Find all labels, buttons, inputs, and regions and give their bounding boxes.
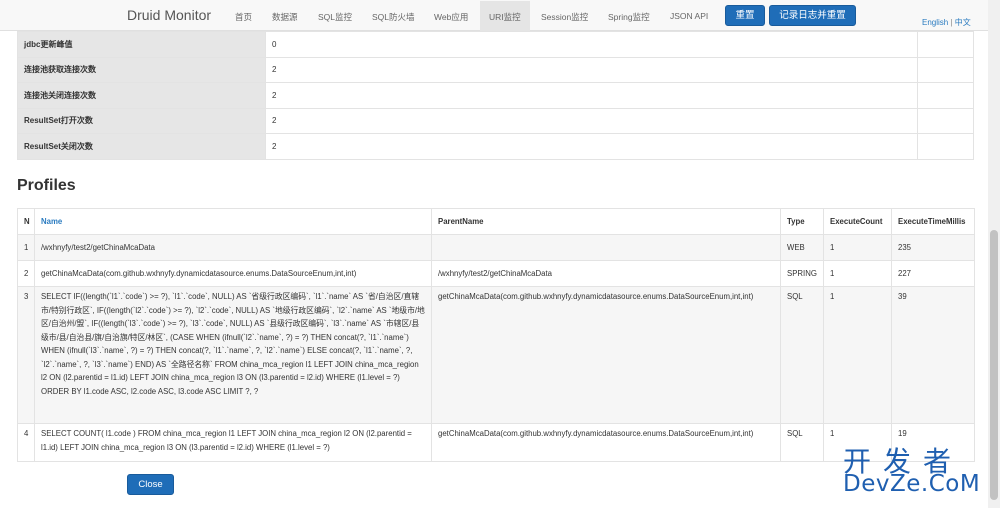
cell-millis: 227 <box>891 260 975 287</box>
table-row: 2 getChinaMcaData(com.github.wxhnyfy.dyn… <box>17 260 975 287</box>
cell-parent: /wxhnyfy/test2/getChinaMcaData <box>431 260 781 287</box>
table-row: 4 SELECT COUNT( l1.code ) FROM china_mca… <box>17 423 975 462</box>
profiles-heading: Profiles <box>17 177 76 194</box>
brand-title[interactable]: Druid Monitor <box>127 7 211 23</box>
cell-type: SQL <box>780 286 824 424</box>
cell-count: 1 <box>823 260 892 287</box>
cell-name: /wxhnyfy/test2/getChinaMcaData <box>34 234 432 261</box>
cell-parent: getChinaMcaData(com.github.wxhnyfy.dynam… <box>431 423 781 462</box>
cell-millis: 235 <box>891 234 975 261</box>
close-button[interactable]: Close <box>127 474 174 495</box>
summary-key: 连接池关闭连接次数 <box>17 82 266 109</box>
summary-extra-cell <box>917 133 974 160</box>
nav-sql-monitor[interactable]: SQL监控 <box>318 11 352 23</box>
nav-spring-monitor[interactable]: Spring监控 <box>608 11 650 23</box>
summary-key: 连接池获取连接次数 <box>17 56 266 83</box>
cell-type: SPRING <box>780 260 824 287</box>
cell-n: 3 <box>17 286 35 424</box>
reset-button[interactable]: 重置 <box>725 5 765 26</box>
lang-chinese-link[interactable]: 中文 <box>955 18 971 27</box>
summary-key: ResultSet打开次数 <box>17 107 266 134</box>
cell-n: 4 <box>17 423 35 462</box>
lang-english-link[interactable]: English <box>922 18 948 27</box>
summary-value: 2 <box>265 133 918 160</box>
language-switcher: English | 中文 <box>922 17 971 28</box>
profiles-table: N Name ParentName Type ExecuteCount Exec… <box>17 208 975 462</box>
summary-value: 2 <box>265 82 918 109</box>
main-content: jdbc更新峰值 0 连接池获取连接次数 2 连接池关闭连接次数 2 Resul… <box>0 31 988 508</box>
cell-parent <box>431 234 781 261</box>
nav-datasource[interactable]: 数据源 <box>272 11 298 23</box>
nav-web-app[interactable]: Web应用 <box>434 11 468 23</box>
summary-extra-cell <box>917 31 974 58</box>
table-row: 3 SELECT IF((length(`l1`.`code`) >= ?), … <box>17 286 975 424</box>
nav-session-monitor[interactable]: Session监控 <box>541 11 588 23</box>
cell-millis: 39 <box>891 286 975 424</box>
nav-json-api[interactable]: JSON API <box>670 11 708 21</box>
column-header-n[interactable]: N <box>17 208 35 235</box>
column-header-type[interactable]: Type <box>780 208 824 235</box>
lang-separator: | <box>950 18 953 27</box>
column-header-parentname[interactable]: ParentName <box>431 208 781 235</box>
summary-extra-cell <box>917 82 974 109</box>
summary-extra-cell <box>917 56 974 83</box>
cell-name: SELECT COUNT( l1.code ) FROM china_mca_r… <box>34 423 432 462</box>
cell-name: SELECT IF((length(`l1`.`code`) >= ?), `l… <box>34 286 432 424</box>
table-row: ResultSet打开次数 2 <box>17 107 974 134</box>
table-row: 连接池获取连接次数 2 <box>17 56 974 83</box>
nav-uri-monitor[interactable]: URI监控 <box>480 1 530 31</box>
cell-count: 1 <box>823 286 892 424</box>
cell-type: WEB <box>780 234 824 261</box>
summary-extra-cell <box>917 107 974 134</box>
summary-key: jdbc更新峰值 <box>17 31 266 58</box>
table-row: 1 /wxhnyfy/test2/getChinaMcaData WEB 1 2… <box>17 234 975 261</box>
watermark-en: DevZe.CoM <box>843 471 981 497</box>
table-row: 连接池关闭连接次数 2 <box>17 82 974 109</box>
column-header-name[interactable]: Name <box>34 208 432 235</box>
column-header-executecount[interactable]: ExecuteCount <box>823 208 892 235</box>
cell-n: 2 <box>17 260 35 287</box>
nav-home[interactable]: 首页 <box>235 11 252 23</box>
cell-parent: getChinaMcaData(com.github.wxhnyfy.dynam… <box>431 286 781 424</box>
summary-value: 2 <box>265 107 918 134</box>
summary-key: ResultSet关闭次数 <box>17 133 266 160</box>
cell-n: 1 <box>17 234 35 261</box>
column-header-executetimemillis[interactable]: ExecuteTimeMillis <box>891 208 975 235</box>
summary-table: jdbc更新峰值 0 连接池获取连接次数 2 连接池关闭连接次数 2 Resul… <box>17 31 974 160</box>
table-row: ResultSet关闭次数 2 <box>17 133 974 160</box>
top-navbar: Druid Monitor 首页 数据源 SQL监控 SQL防火墙 Web应用 … <box>0 0 1000 31</box>
watermark-logo: 开发者 DevZe.CoM <box>843 440 993 502</box>
cell-name: getChinaMcaData(com.github.wxhnyfy.dynam… <box>34 260 432 287</box>
cell-count: 1 <box>823 234 892 261</box>
reset-log-button[interactable]: 记录日志并重置 <box>769 5 856 26</box>
table-row: jdbc更新峰值 0 <box>17 31 974 58</box>
nav-sql-firewall[interactable]: SQL防火墙 <box>372 11 415 23</box>
summary-value: 2 <box>265 56 918 83</box>
table-header-row: N Name ParentName Type ExecuteCount Exec… <box>17 208 975 235</box>
summary-value: 0 <box>265 31 918 58</box>
cell-type: SQL <box>780 423 824 462</box>
